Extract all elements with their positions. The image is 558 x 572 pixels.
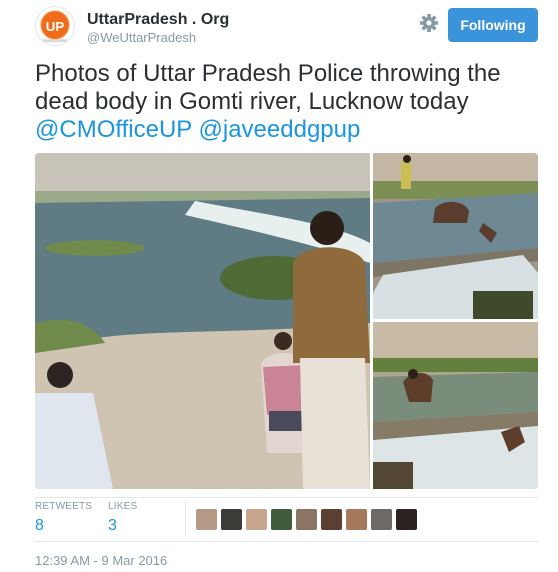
photo-river-bank[interactable] [35,153,370,489]
tweet-body: Photos of Uttar Pradesh Police throwing … [35,60,501,115]
tweet-text: Photos of Uttar Pradesh Police throwing … [35,60,535,144]
retweets-label: RETWEETS [35,501,93,512]
tweet-header: UP UttarPradesh . Org @WeUttarPradesh Fo… [35,6,545,48]
mention-cmofficeup[interactable]: @CMOfficeUP [35,116,192,143]
account-avatar[interactable]: UP [35,6,75,46]
divider-bottom [35,541,538,542]
retweets-stat[interactable]: RETWEETS 8 [35,501,92,537]
account-name[interactable]: UttarPradesh . Org [87,10,229,30]
liker-avatar-9[interactable] [396,509,417,530]
likes-stat[interactable]: LIKES 3 [108,501,137,537]
liker-avatar-1[interactable] [196,509,217,530]
following-button[interactable]: Following [448,8,538,42]
likes-count[interactable]: 3 [108,515,137,537]
likes-label: LIKES [108,501,138,512]
retweets-count[interactable]: 8 [35,515,92,537]
liker-avatar-7[interactable] [346,509,367,530]
gear-icon[interactable] [416,10,442,36]
liker-avatar-4[interactable] [271,509,292,530]
liker-avatar-3[interactable] [246,509,267,530]
liker-avatar-2[interactable] [221,509,242,530]
media-grid [35,153,538,489]
logo-icon: UP [40,10,70,43]
photo-weir-top[interactable] [373,153,538,319]
photo-weir-bottom[interactable] [373,322,538,489]
stats-separator [185,501,186,535]
account-handle[interactable]: @WeUttarPradesh [87,30,229,46]
liker-avatar-8[interactable] [371,509,392,530]
timestamp[interactable]: 12:39 AM - 9 Mar 2016 [35,553,167,568]
liker-avatar-6[interactable] [321,509,342,530]
account-names: UttarPradesh . Org @WeUttarPradesh [87,10,229,46]
divider-top [35,497,538,498]
mention-javeeddgpup[interactable]: @javeeddgpup [199,116,361,143]
logo-text: UP [46,19,65,34]
liker-avatar-5[interactable] [296,509,317,530]
